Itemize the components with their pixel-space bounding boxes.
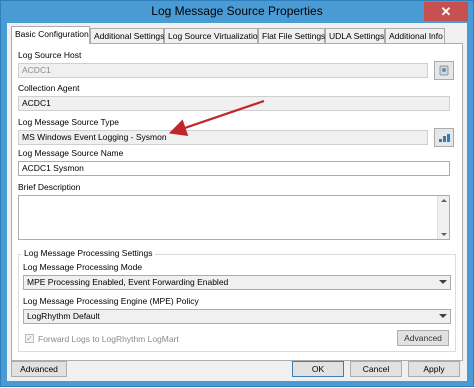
dialog-window: Log Message Source Properties ✕ Basic Co… — [0, 0, 474, 387]
annotation-arrow — [168, 99, 265, 137]
annotation-arrow-line — [168, 99, 265, 137]
tab-basic-configuration[interactable]: Basic Configuration — [11, 26, 90, 44]
